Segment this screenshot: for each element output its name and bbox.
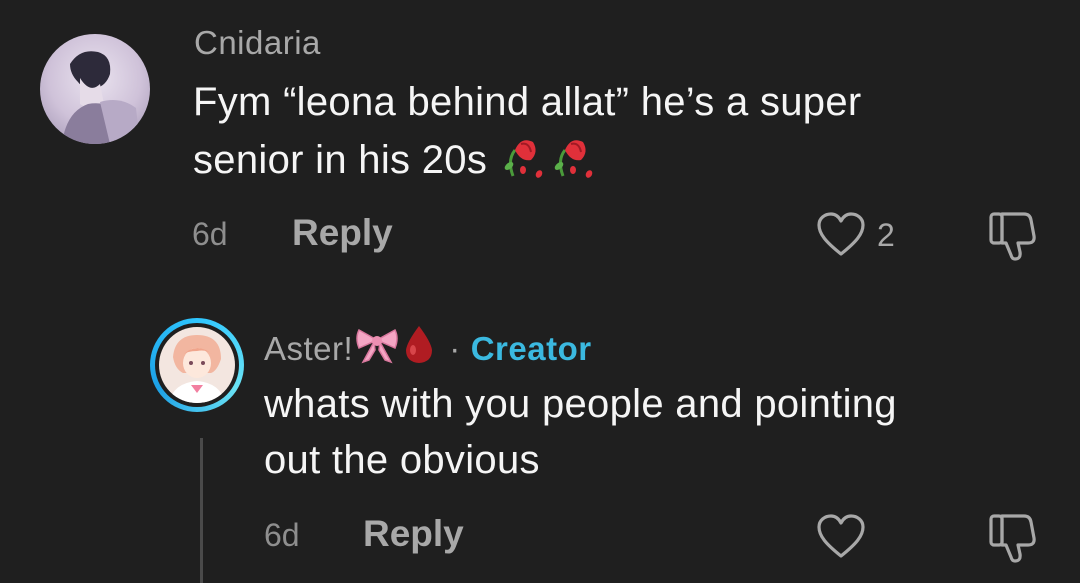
- wilted-rose-emoji: [549, 130, 599, 195]
- thread-line: [200, 438, 203, 583]
- reply-button[interactable]: Reply: [363, 513, 464, 555]
- comment-text: whats with you people and pointing out t…: [264, 376, 1064, 488]
- comment-text-line-2-text: senior in his 20s: [193, 138, 488, 183]
- comment-timestamp: 6d: [192, 216, 228, 252]
- creator-badge: Creator: [470, 330, 592, 367]
- thumbs-down-icon: [989, 212, 1036, 261]
- comment-text-line-2: senior in his 20s: [193, 130, 1053, 195]
- comment-username-row: Aster! · Creator: [264, 324, 592, 374]
- avatar[interactable]: [40, 34, 150, 144]
- avatar: [155, 323, 239, 407]
- like-count: 2: [877, 217, 895, 253]
- reply-button[interactable]: Reply: [292, 212, 393, 254]
- blood-drop-emoji: [401, 324, 437, 374]
- comment-text-line-1: whats with you people and pointing: [264, 382, 897, 426]
- heart-icon: [817, 212, 865, 256]
- like-button[interactable]: [816, 514, 866, 560]
- comment-text: Fym “leona behind allat” he’s a super se…: [193, 74, 1053, 195]
- heart-icon: [817, 514, 865, 558]
- separator-dot: ·: [449, 330, 461, 367]
- dislike-button[interactable]: [988, 210, 1036, 262]
- comment-username[interactable]: Aster!: [264, 330, 353, 368]
- comments-screen: Cnidaria Fym “leona behind allat” he’s a…: [0, 0, 1080, 583]
- like-button[interactable]: [816, 212, 866, 258]
- story-ring[interactable]: [150, 318, 244, 412]
- comment-username[interactable]: Cnidaria: [194, 24, 321, 62]
- thumbs-down-icon: [989, 514, 1036, 563]
- ribbon-emoji: [355, 326, 399, 372]
- comment-text-line-2: out the obvious: [264, 438, 540, 482]
- comment-text-line-1: Fym “leona behind allat” he’s a super: [193, 80, 862, 124]
- comment-timestamp: 6d: [264, 517, 300, 553]
- dislike-button[interactable]: [988, 512, 1036, 564]
- wilted-rose-emoji: [499, 130, 549, 195]
